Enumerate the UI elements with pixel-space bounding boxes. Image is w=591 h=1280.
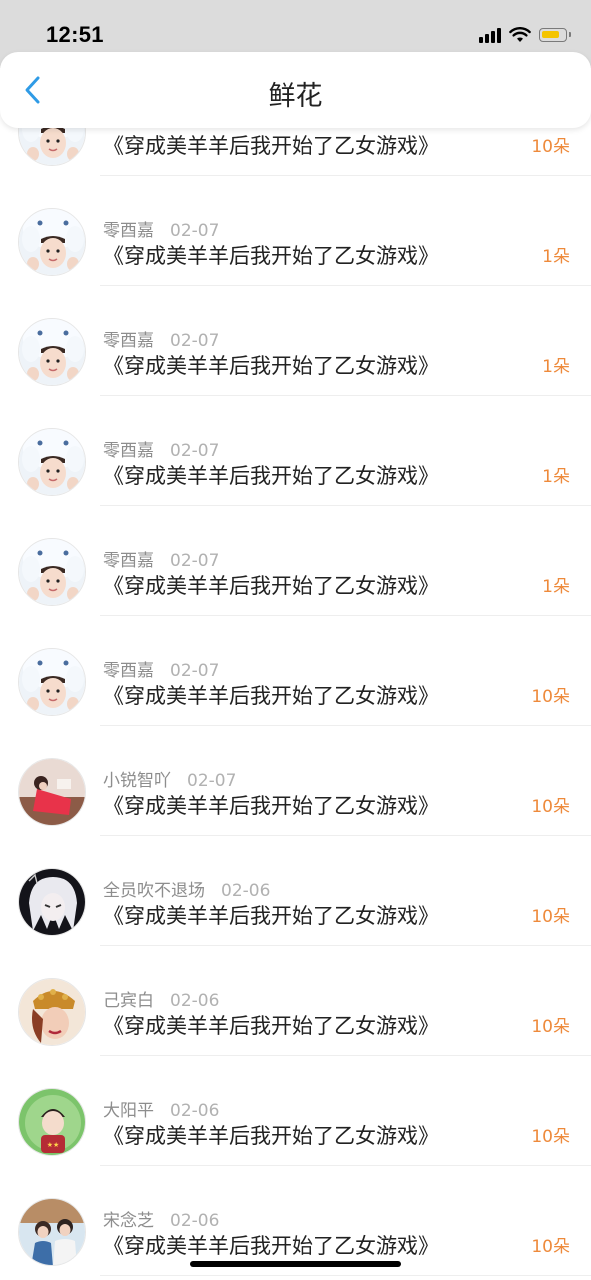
item-date: 02-06 — [170, 1211, 220, 1231]
user-name[interactable]: 零酉嘉 — [103, 221, 154, 241]
item-meta: 零酉嘉 02-07 — [103, 326, 219, 351]
list-item[interactable]: 零酉嘉 02-07 《穿成美羊羊后我开始了乙女游戏》 1朵 — [0, 286, 591, 396]
book-title[interactable]: 《穿成美羊羊后我开始了乙女游戏》 — [103, 570, 439, 600]
flower-quantity: 1朵 — [542, 357, 570, 377]
flower-quantity: 10朵 — [531, 1237, 570, 1257]
list-item[interactable]: ★★ 大阳平 02-06 《穿成美羊羊后我开始了乙女游戏》 10朵 — [0, 1056, 591, 1166]
list-item[interactable]: 全员吹不退场 02-06 《穿成美羊羊后我开始了乙女游戏》 10朵 — [0, 836, 591, 946]
user-name[interactable]: 零酉嘉 — [103, 331, 154, 351]
user-avatar[interactable] — [18, 648, 86, 716]
list-item[interactable]: 零酉嘉 02-07 《穿成美羊羊后我开始了乙女游戏》 1朵 — [0, 506, 591, 616]
item-meta: 大阳平 02-06 — [103, 1096, 219, 1121]
book-title[interactable]: 《穿成美羊羊后我开始了乙女游戏》 — [103, 1230, 439, 1260]
item-date: 02-07 — [170, 661, 220, 681]
item-meta: 零酉嘉 02-07 — [103, 546, 219, 571]
list-item[interactable]: 小锐智吖 02-07 《穿成美羊羊后我开始了乙女游戏》 10朵 — [0, 726, 591, 836]
user-name[interactable]: 零酉嘉 — [103, 551, 154, 571]
item-meta: 全员吹不退场 02-06 — [103, 876, 270, 901]
flower-quantity: 1朵 — [542, 577, 570, 597]
book-title[interactable]: 《穿成美羊羊后我开始了乙女游戏》 — [103, 130, 439, 160]
item-date: 02-07 — [170, 221, 220, 241]
list-item[interactable]: 零酉嘉 02-07 《穿成美羊羊后我开始了乙女游戏》 10朵 — [0, 616, 591, 726]
user-avatar[interactable] — [18, 868, 86, 936]
user-avatar[interactable] — [18, 978, 86, 1046]
user-avatar[interactable] — [18, 538, 86, 606]
list-item[interactable]: 零酉嘉 02-07 《穿成美羊羊后我开始了乙女游戏》 1朵 — [0, 396, 591, 506]
item-date: 02-07 — [187, 771, 237, 791]
item-meta: 零酉嘉 02-07 — [103, 656, 219, 681]
battery-icon — [539, 28, 571, 42]
list-item[interactable]: 零酉嘉 02-07 《穿成美羊羊后我开始了乙女游戏》 1朵 — [0, 176, 591, 286]
flower-quantity: 10朵 — [531, 687, 570, 707]
page-title: 鲜花 — [268, 81, 323, 112]
book-title[interactable]: 《穿成美羊羊后我开始了乙女游戏》 — [103, 900, 439, 930]
user-avatar[interactable] — [18, 1198, 86, 1266]
book-title[interactable]: 《穿成美羊羊后我开始了乙女游戏》 — [103, 460, 439, 490]
item-date: 02-07 — [170, 441, 220, 461]
svg-text:★★: ★★ — [47, 1141, 60, 1149]
item-date: 02-07 — [170, 551, 220, 571]
item-date: 02-06 — [221, 881, 271, 901]
row-divider — [100, 1275, 591, 1276]
book-title[interactable]: 《穿成美羊羊后我开始了乙女游戏》 — [103, 1120, 439, 1150]
user-name[interactable]: 己宾白 — [103, 991, 154, 1011]
home-indicator — [190, 1261, 401, 1267]
book-title[interactable]: 《穿成美羊羊后我开始了乙女游戏》 — [103, 1010, 439, 1040]
flower-quantity: 10朵 — [531, 907, 570, 927]
user-avatar[interactable] — [18, 428, 86, 496]
item-meta: 宋念芝 02-06 — [103, 1206, 219, 1231]
book-title[interactable]: 《穿成美羊羊后我开始了乙女游戏》 — [103, 350, 439, 380]
item-meta: 己宾白 02-06 — [103, 986, 219, 1011]
user-avatar[interactable] — [18, 758, 86, 826]
book-title[interactable]: 《穿成美羊羊后我开始了乙女游戏》 — [103, 240, 439, 270]
list-item[interactable]: 宋念芝 02-06 《穿成美羊羊后我开始了乙女游戏》 10朵 — [0, 1166, 591, 1276]
item-date: 02-06 — [170, 1101, 220, 1121]
item-date: 02-06 — [170, 991, 220, 1011]
cellular-signal-icon — [479, 27, 501, 43]
flower-quantity: 10朵 — [531, 1017, 570, 1037]
user-avatar[interactable] — [18, 208, 86, 276]
nav-bar: 鲜花 — [0, 52, 591, 128]
book-title[interactable]: 《穿成美羊羊后我开始了乙女游戏》 — [103, 790, 439, 820]
flower-quantity: 10朵 — [531, 797, 570, 817]
item-meta: 零酉嘉 02-07 — [103, 216, 219, 241]
flower-quantity: 10朵 — [531, 1127, 570, 1147]
list-item[interactable]: 己宾白 02-06 《穿成美羊羊后我开始了乙女游戏》 10朵 — [0, 946, 591, 1056]
user-name[interactable]: 小锐智吖 — [103, 771, 171, 791]
user-avatar[interactable] — [18, 318, 86, 386]
user-name[interactable]: 全员吹不退场 — [103, 881, 205, 901]
user-avatar[interactable]: ★★ — [18, 1088, 86, 1156]
item-date: 02-07 — [170, 331, 220, 351]
item-meta: 零酉嘉 02-07 — [103, 436, 219, 461]
wifi-icon — [509, 27, 531, 42]
flower-quantity: 10朵 — [531, 137, 570, 157]
user-name[interactable]: 零酉嘉 — [103, 661, 154, 681]
user-name[interactable]: 零酉嘉 — [103, 441, 154, 461]
status-time: 12:51 — [46, 22, 104, 47]
status-icons — [479, 24, 571, 46]
item-meta: 小锐智吖 02-07 — [103, 766, 236, 791]
flower-quantity: 1朵 — [542, 467, 570, 487]
user-name[interactable]: 大阳平 — [103, 1101, 154, 1121]
user-name[interactable]: 宋念芝 — [103, 1211, 154, 1231]
book-title[interactable]: 《穿成美羊羊后我开始了乙女游戏》 — [103, 680, 439, 710]
flower-quantity: 1朵 — [542, 247, 570, 267]
